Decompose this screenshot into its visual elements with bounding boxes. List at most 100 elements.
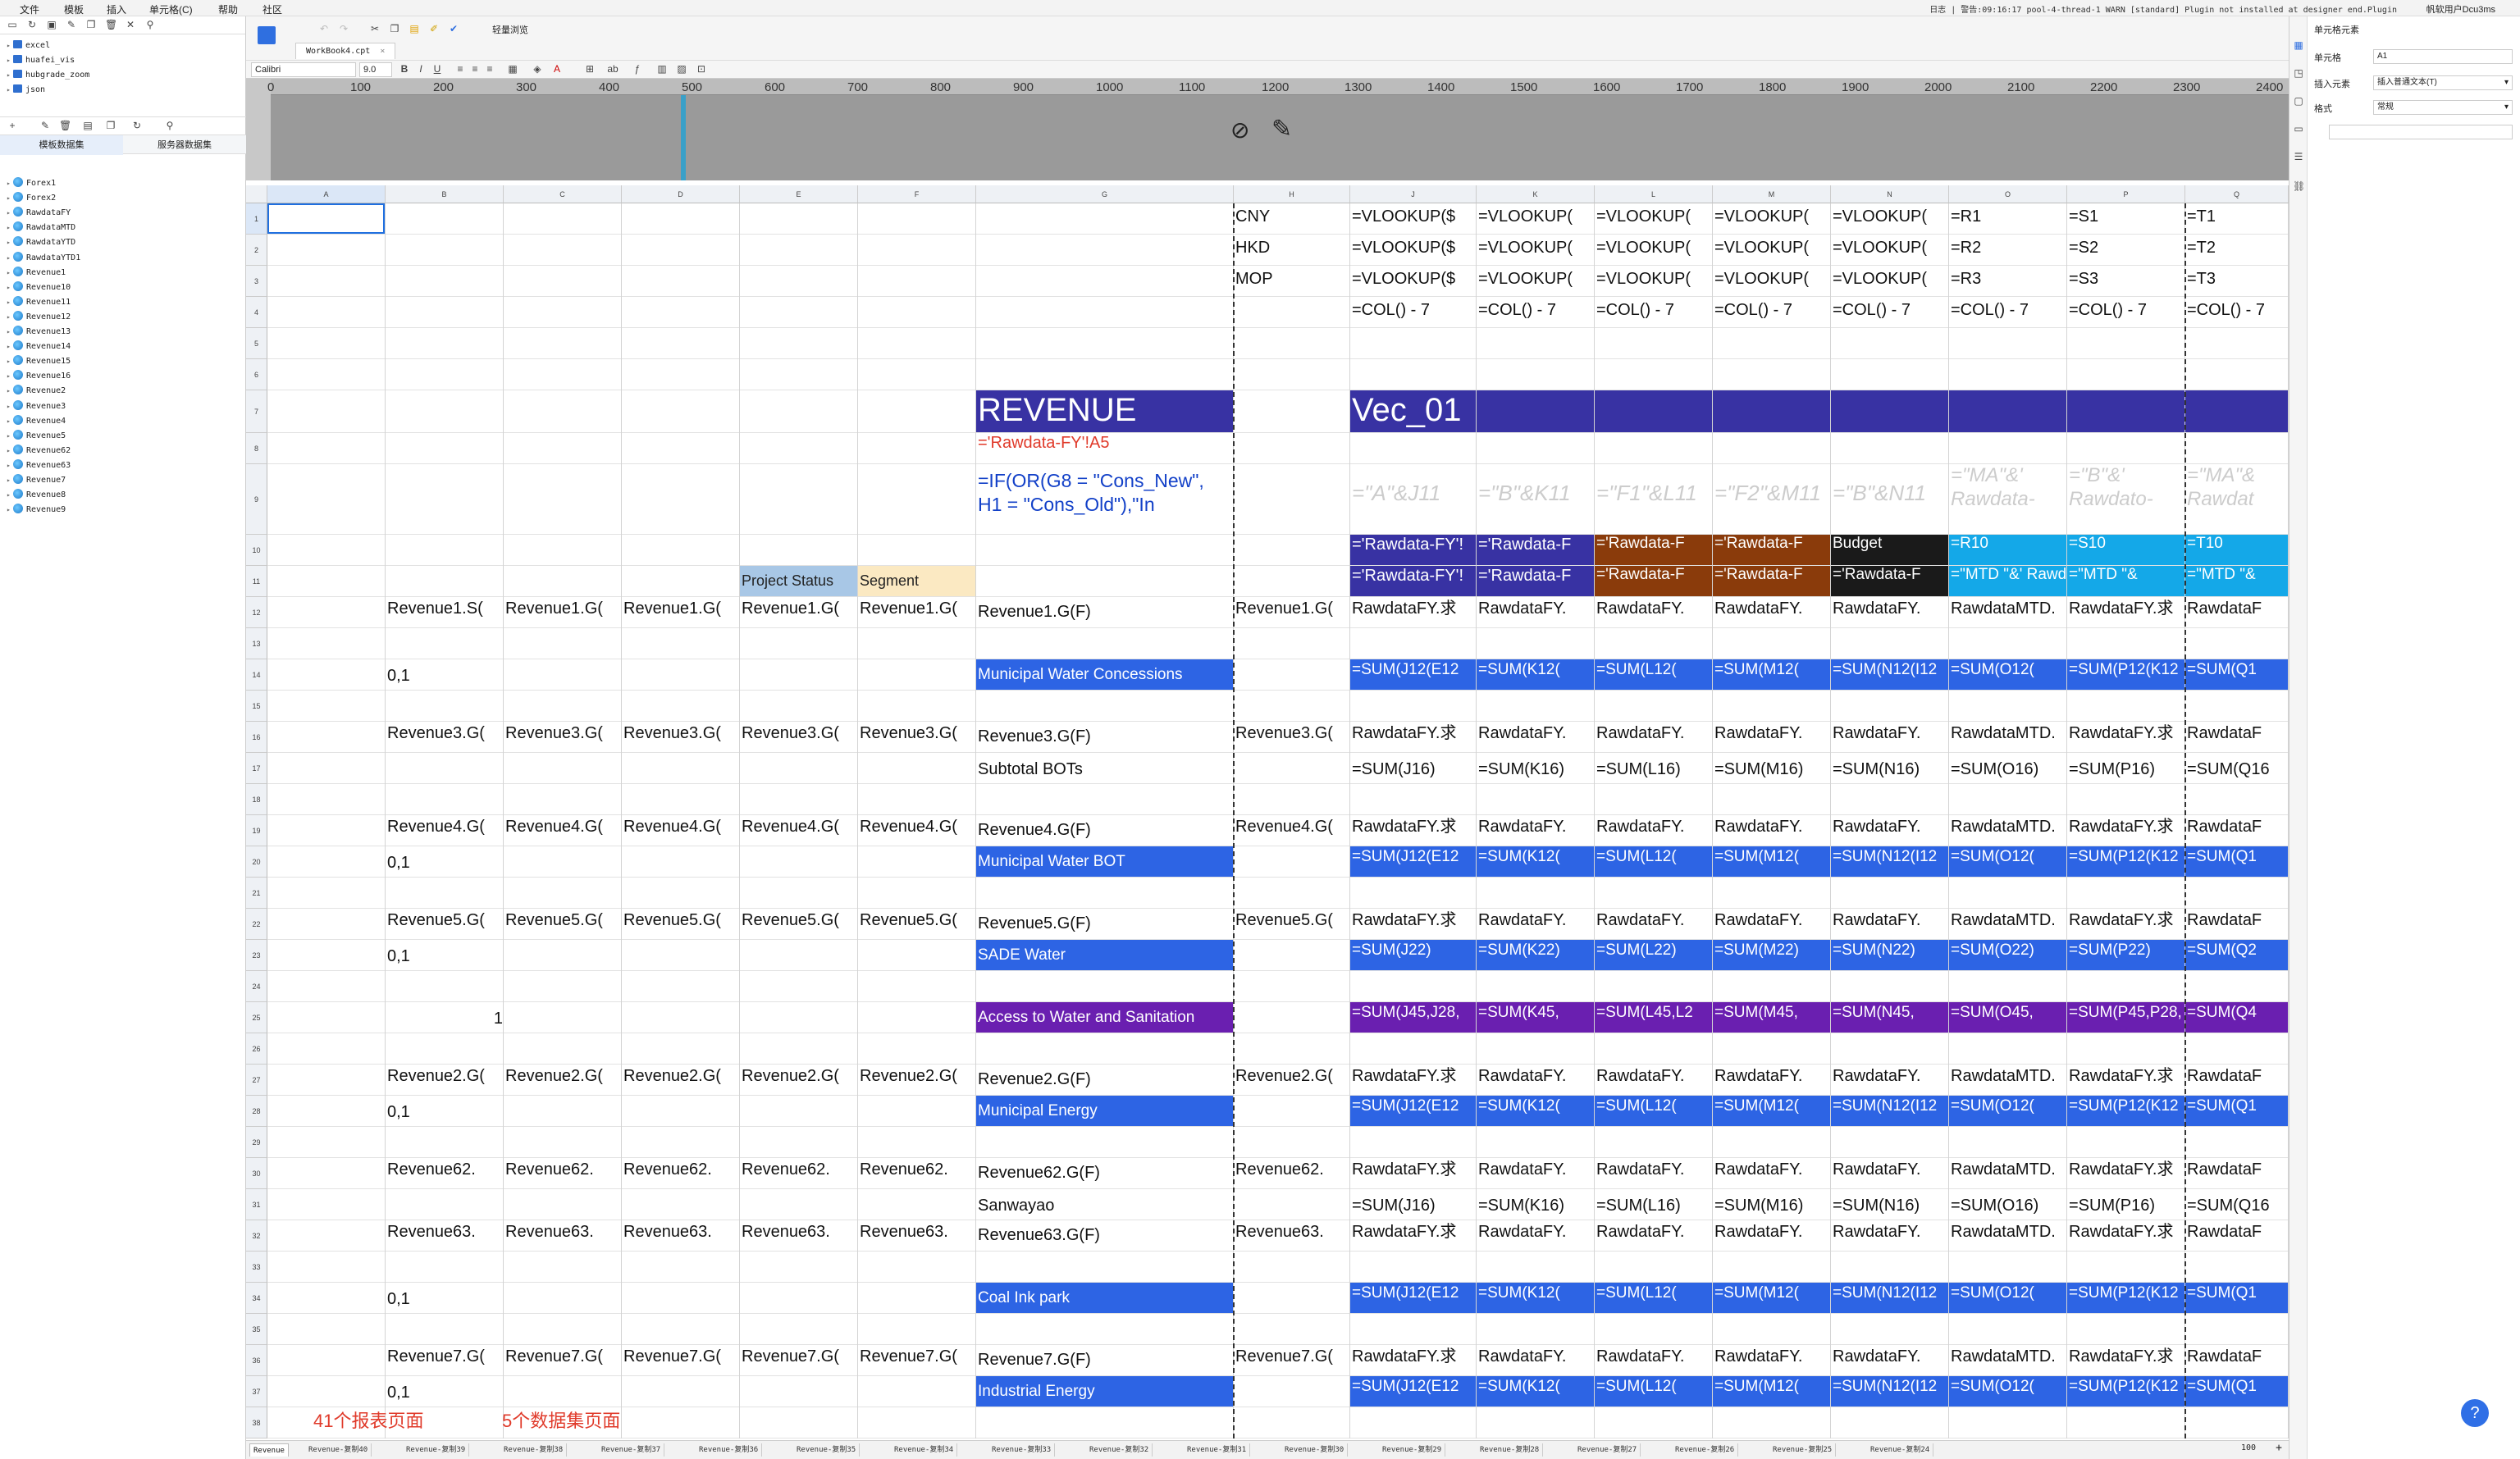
copy-icon[interactable]: ❐: [85, 19, 97, 30]
grid-cell[interactable]: Revenue4.G(: [1234, 815, 1349, 846]
grid-cell[interactable]: Revenue62.: [740, 1158, 857, 1188]
grid-cell[interactable]: RawdataFY.: [1713, 597, 1830, 627]
grid-cell[interactable]: RawdataFY.: [1713, 1345, 1830, 1375]
grid-cell[interactable]: =S3: [2067, 266, 2184, 296]
column-header[interactable]: K: [1477, 185, 1595, 203]
row-header[interactable]: 22: [246, 909, 267, 940]
italic-icon[interactable]: I: [415, 63, 427, 75]
grid-cell[interactable]: 0,1: [386, 659, 503, 690]
grid-cell[interactable]: Budget: [1831, 535, 1948, 565]
grid-cell[interactable]: Revenue5.G(F): [976, 909, 1233, 939]
align-right-icon[interactable]: ≡: [484, 63, 495, 75]
grid-cell[interactable]: =SUM(M12(: [1713, 1376, 1830, 1407]
cut-icon[interactable]: ✂: [369, 23, 381, 34]
grid-cell[interactable]: =S10: [2067, 535, 2184, 565]
grid-cell[interactable]: =VLOOKUP(: [1831, 203, 1948, 234]
header-band[interactable]: [1713, 390, 1830, 432]
grid-cell[interactable]: =SUM(K12(: [1477, 1376, 1594, 1407]
bold-icon[interactable]: B: [399, 63, 410, 75]
format-brush-icon[interactable]: ✐: [428, 23, 440, 34]
tab-server-dataset[interactable]: 服务器数据集: [123, 135, 246, 155]
grid-cell[interactable]: =SUM(P16): [2067, 753, 2184, 783]
dataset-item[interactable]: ▸ Revenue15: [7, 355, 71, 368]
column-header[interactable]: L: [1595, 185, 1713, 203]
dataset-item[interactable]: ▸ Revenue11: [7, 295, 71, 309]
grid-cell[interactable]: Revenue3.G(F): [976, 722, 1233, 752]
dataset-item[interactable]: ▸ RawdataMTD: [7, 221, 75, 235]
grid-cell[interactable]: =COL() - 7: [1595, 297, 1712, 327]
grid-cell[interactable]: =COL() - 7: [2067, 297, 2184, 327]
image-icon[interactable]: ▨: [676, 63, 687, 75]
grid-cell[interactable]: Revenue5.G(: [386, 909, 503, 939]
user-account[interactable]: 帆软用户Dcu3ms: [2426, 2, 2495, 16]
grid-cell[interactable]: Revenue5.G(: [1234, 909, 1349, 939]
grid-cell[interactable]: Subtotal BOTs: [976, 753, 1233, 783]
hyperlink-icon[interactable]: ⛓: [2293, 180, 2305, 192]
grid-cell[interactable]: Municipal Water BOT: [976, 846, 1233, 877]
check-icon[interactable]: ✔: [448, 23, 459, 34]
grid-cell[interactable]: Sanwayao: [976, 1189, 1233, 1220]
grid-cell[interactable]: RawdataFY.求: [2067, 815, 2184, 846]
column-header[interactable]: Q: [2185, 185, 2289, 203]
grid-cell[interactable]: =T10: [2185, 535, 2288, 565]
grid-cell[interactable]: ='Rawdata-F: [1713, 566, 1830, 596]
grid-cell[interactable]: RawdataMTD.: [1949, 597, 2066, 627]
grid-cell[interactable]: ="MA"&' Rawdata-: [1949, 464, 2066, 534]
grid-cell[interactable]: ="B"&K11: [1477, 464, 1594, 534]
grid-cell[interactable]: RawdataMTD.: [1949, 1158, 2066, 1188]
sheet-tab[interactable]: Revenue-复制31: [1184, 1443, 1251, 1457]
new-file-icon[interactable]: ▭: [7, 19, 18, 30]
dataset-item[interactable]: ▸ RawdataYTD: [7, 236, 75, 249]
grid-cell[interactable]: Revenue62.G(F): [976, 1158, 1233, 1188]
formula-icon[interactable]: ƒ: [632, 63, 643, 75]
expand-icon[interactable]: ▸: [7, 489, 13, 502]
fill-color-icon[interactable]: ◈: [532, 63, 543, 75]
sheet-tab[interactable]: Revenue-复制24: [1867, 1443, 1934, 1457]
grid-cell[interactable]: =S2: [2067, 235, 2184, 265]
grid-cell[interactable]: Revenue62.: [386, 1158, 503, 1188]
grid-cell[interactable]: RawdataFY.: [1831, 722, 1948, 752]
sheet-tab[interactable]: Revenue-复制35: [793, 1443, 861, 1457]
grid-cell[interactable]: Project Status: [740, 566, 857, 596]
grid-cell[interactable]: RawdataF: [2185, 909, 2288, 939]
expand-icon[interactable]: ▸: [7, 281, 13, 294]
grid-cell[interactable]: =VLOOKUP(: [1713, 235, 1830, 265]
grid-cell[interactable]: =SUM(J22): [1350, 940, 1476, 970]
grid-cell[interactable]: RawdataFY.: [1477, 909, 1594, 939]
grid-cell[interactable]: =VLOOKUP(: [1713, 266, 1830, 296]
menu-community[interactable]: 社区: [262, 2, 282, 16]
event-icon[interactable]: ☰: [2293, 151, 2304, 162]
grid-cell[interactable]: =SUM(O12(: [1949, 1376, 2066, 1407]
delete-dataset-icon[interactable]: 🗑: [59, 120, 71, 131]
row-header[interactable]: 29: [246, 1127, 267, 1158]
grid-cell[interactable]: ="MTD "&: [2185, 566, 2288, 596]
row-header[interactable]: 8: [246, 433, 267, 464]
row-header[interactable]: 10: [246, 535, 267, 566]
row-header[interactable]: 9: [246, 464, 267, 535]
grid-cell[interactable]: RawdataMTD.: [1949, 1065, 2066, 1095]
grid-cell[interactable]: RawdataFY.: [1477, 1158, 1594, 1188]
expand-icon[interactable]: ▸: [7, 252, 13, 265]
grid-cell[interactable]: RawdataFY.: [1477, 1065, 1594, 1095]
column-header[interactable]: B: [386, 185, 504, 203]
grid-cell[interactable]: RawdataFY.: [1595, 722, 1712, 752]
grid-cell[interactable]: =SUM(O12(: [1949, 846, 2066, 877]
grid-cell[interactable]: Revenue3.G(: [740, 722, 857, 752]
underline-icon[interactable]: U: [431, 63, 443, 75]
border-icon[interactable]: ▦: [507, 63, 518, 75]
dataset-item[interactable]: ▸ Revenue63: [7, 458, 71, 472]
row-header[interactable]: 36: [246, 1345, 267, 1376]
column-header[interactable]: J: [1350, 185, 1477, 203]
dataset-item[interactable]: ▸ Forex1: [7, 177, 56, 190]
dataset-item[interactable]: ▸ Revenue16: [7, 370, 71, 383]
light-view-button[interactable]: 轻量浏览: [492, 23, 528, 36]
grid-cell[interactable]: RawdataF: [2185, 1220, 2288, 1251]
grid-cell[interactable]: Revenue4.G(: [858, 815, 975, 846]
grid-cell[interactable]: 0,1: [386, 1376, 503, 1407]
grid-cell[interactable]: Municipal Energy: [976, 1096, 1233, 1126]
grid-cell[interactable]: =SUM(N12(I12: [1831, 1376, 1948, 1407]
grid-cell[interactable]: RawdataF: [2185, 1065, 2288, 1095]
font-color-icon[interactable]: A: [551, 63, 563, 75]
grid-cell[interactable]: =SUM(N22): [1831, 940, 1948, 970]
grid-cell[interactable]: Coal Ink park: [976, 1283, 1233, 1313]
